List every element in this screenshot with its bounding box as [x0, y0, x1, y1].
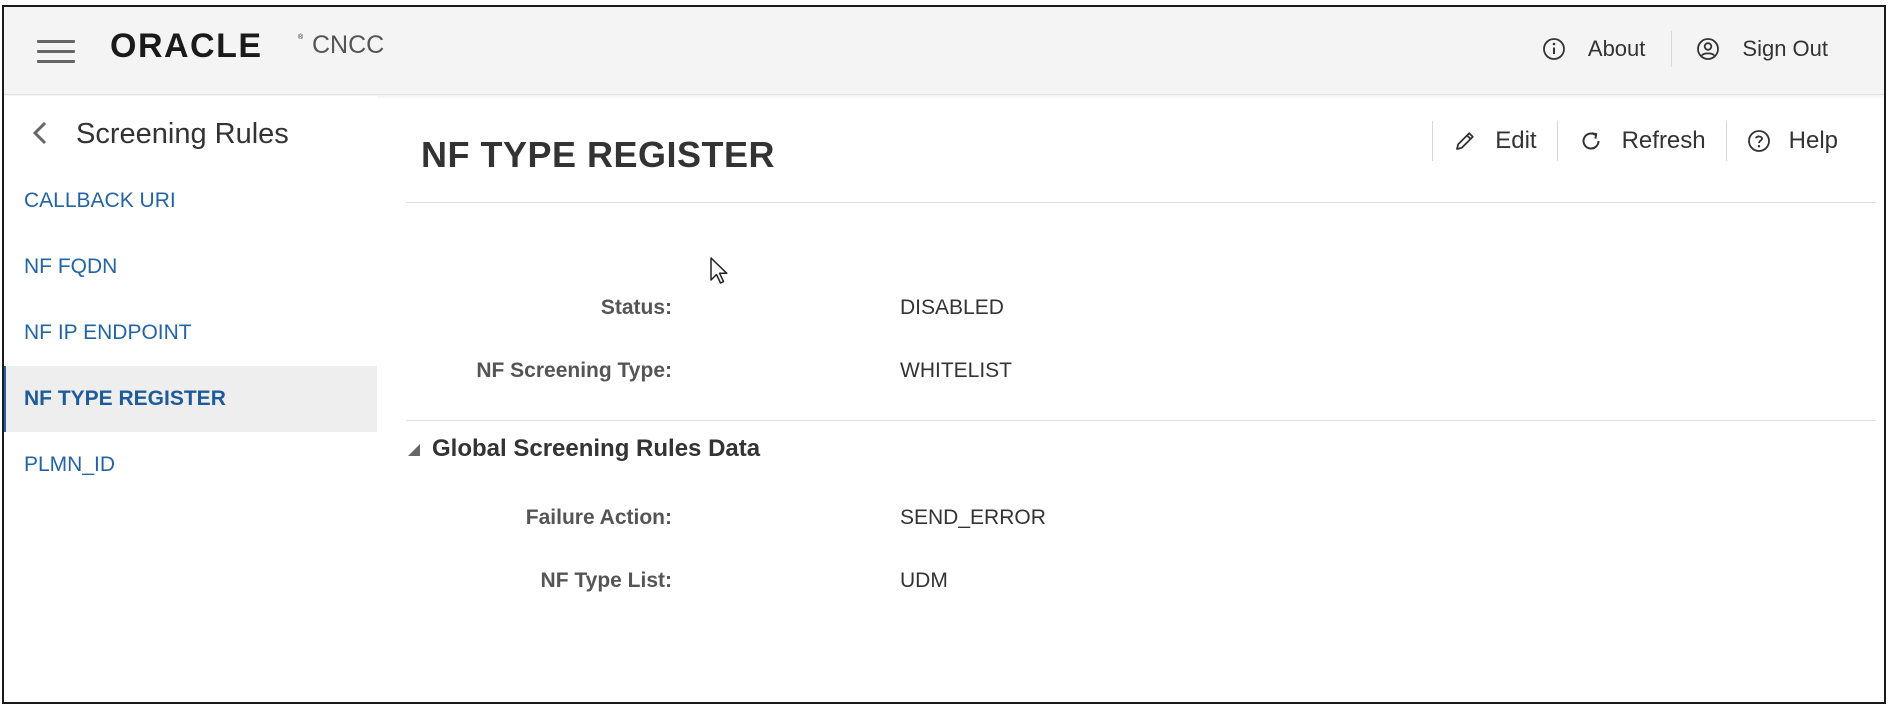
edit-label: Edit [1495, 127, 1537, 154]
field-label: NF Screening Type: [476, 359, 672, 382]
section-toggle-global-screening-rules[interactable]: Global Screening Rules Data [406, 435, 760, 463]
refresh-icon [1582, 132, 1600, 150]
hamburger-menu-icon[interactable] [37, 40, 75, 64]
sidebar-item-nf-fqdn[interactable]: NF FQDN [4, 234, 377, 300]
header-divider [1671, 31, 1673, 67]
field-value: DISABLED [900, 296, 1004, 319]
field-failure-action: Failure Action: SEND_ERROR [406, 506, 1106, 536]
user-circle-icon [1697, 38, 1720, 60]
chevron-left-icon[interactable] [30, 120, 50, 146]
field-label: Failure Action: [525, 506, 672, 529]
mouse-cursor-icon [710, 257, 728, 284]
field-value: WHITELIST [900, 359, 1013, 382]
header-actions: About Sign Out [1534, 29, 1836, 69]
sidebar-item-callback-uri[interactable]: CALLBACK URI [4, 168, 377, 234]
field-nf-screening-type: NF Screening Type: WHITELIST [406, 359, 1106, 389]
help-label: Help [1788, 127, 1838, 154]
product-name: CNCC [312, 31, 385, 59]
field-nf-type-list: NF Type List: UDM [406, 569, 1106, 599]
field-value: SEND_ERROR [900, 506, 1046, 529]
oracle-logo: ORACLE ® [110, 29, 304, 61]
edit-button[interactable]: Edit [1433, 120, 1556, 162]
app-header: ORACLE ® CNCC About Sign Out [4, 7, 1884, 95]
sidebar-item-nf-type-register[interactable]: NF TYPE REGISTER [4, 366, 377, 432]
field-label: NF Type List: [540, 569, 672, 592]
sidebar-item-plmn-id[interactable]: PLMN_ID [4, 432, 377, 498]
about-label: About [1587, 36, 1646, 61]
sidebar-header: Screening Rules [4, 110, 377, 156]
field-value: UDM [900, 569, 948, 592]
field-status: Status: DISABLED [406, 296, 1106, 326]
svg-text:®: ® [298, 33, 304, 41]
refresh-label: Refresh [1621, 127, 1706, 154]
sidebar-nav: CALLBACK URI NF FQDN NF IP ENDPOINT NF T… [4, 168, 377, 498]
sidebar-item-nf-ip-endpoint[interactable]: NF IP ENDPOINT [4, 300, 377, 366]
info-circle-icon [1542, 38, 1565, 60]
question-circle-icon [1747, 130, 1770, 152]
about-button[interactable]: About [1534, 36, 1654, 62]
sidebar: Screening Rules CALLBACK URI NF FQDN NF … [4, 96, 377, 702]
help-button[interactable]: Help [1727, 120, 1858, 162]
sign-out-label: Sign Out [1742, 36, 1828, 61]
app-window: ORACLE ® CNCC About Sign Out Screening R… [2, 5, 1886, 704]
section-divider [406, 420, 1876, 421]
triangle-expanded-icon [408, 444, 420, 456]
svg-text:ORACLE: ORACLE [110, 29, 263, 61]
refresh-button[interactable]: Refresh [1558, 120, 1726, 162]
field-label: Status: [600, 296, 672, 319]
sign-out-button[interactable]: Sign Out [1688, 36, 1836, 62]
title-divider [406, 202, 1876, 203]
sidebar-title: Screening Rules [76, 118, 289, 150]
page-title: NF TYPE REGISTER [421, 134, 776, 175]
section-title: Global Screening Rules Data [432, 435, 761, 462]
toolbar: Edit Refresh Help [1432, 120, 1858, 162]
brand: ORACLE ® CNCC [110, 29, 384, 61]
main-content: NF TYPE REGISTER Edit Refresh Help Statu… [406, 96, 1876, 702]
pencil-icon [1456, 132, 1474, 150]
